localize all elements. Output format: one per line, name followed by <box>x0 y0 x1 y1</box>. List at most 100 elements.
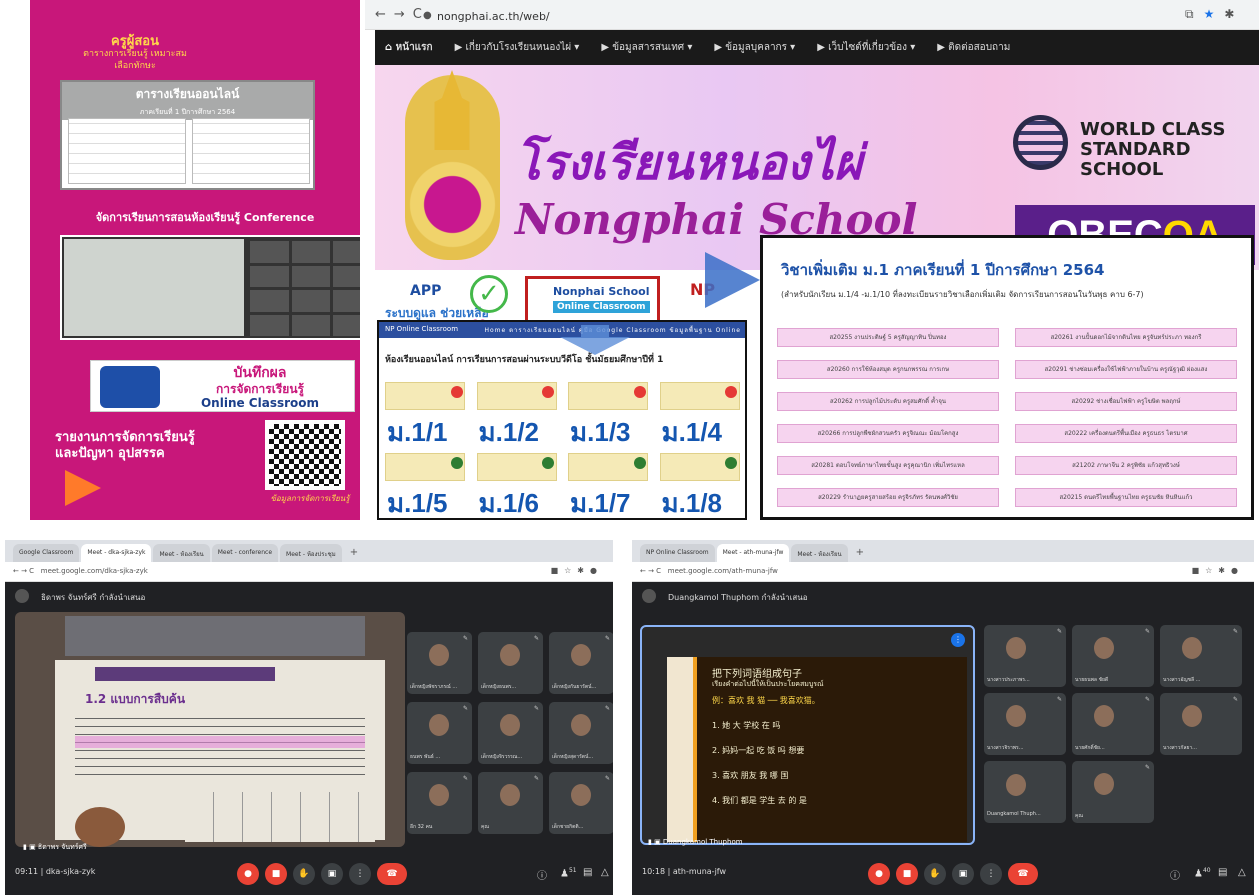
nav-buttons[interactable]: ←→C <box>375 7 430 22</box>
nav-home[interactable]: ⌂ หน้าแรก <box>385 40 433 55</box>
avatar <box>429 644 449 666</box>
chat-icon[interactable]: ▤ <box>583 867 592 878</box>
class-card[interactable]: ม.1/7 <box>568 453 650 518</box>
people-icon[interactable]: ♟51 <box>560 867 577 879</box>
subject-button[interactable]: ส20266 การปลูกพืชผักสวนครัว ครูจิณณะ ม้อ… <box>777 424 999 443</box>
subject-button[interactable]: ส20261 งานปั้นดอกไม้จากดินไทย ครูจันทร์ป… <box>1015 328 1237 347</box>
participant-tile[interactable]: ✎ เด็กหญิงจิรวรรณ... <box>478 702 543 764</box>
participant-tile[interactable]: ✎ คุณ <box>1072 761 1154 823</box>
class-card[interactable]: ม.1/4 <box>659 382 742 447</box>
subject-button[interactable]: ส20281 ตอบโจทย์ภาษาไทยขั้นสูง ครูคุณานิก… <box>777 456 999 475</box>
np-online-classroom-panel: NP Online Classroom Home ตารางเรียนออนไลน… <box>377 320 747 520</box>
subject-button[interactable]: ส20215 ดนตรีไทยพื้นฐานไทย ครูธนชัย หินหิ… <box>1015 488 1237 507</box>
elective-list-panel: วิชาเพิ่มเติม ม.1 ภาคเรียนที่ 1 ปีการศึก… <box>760 235 1254 520</box>
subject-button[interactable]: ส20229 รำนาฏยครูสายสร้อย ครูจิรภัทร รัตน… <box>777 488 999 507</box>
more-options-button[interactable]: ⋮ <box>349 863 371 885</box>
class-card[interactable]: ม.1/6 <box>476 453 559 518</box>
nav-links[interactable]: ▶ เว็บไซต์ที่เกี่ยวข้อง ▾ <box>817 40 915 55</box>
live-icon <box>633 386 646 398</box>
avatar <box>571 644 591 666</box>
address-bar[interactable]: ← → C meet.google.com/ath-muna-jfw ■☆✱● <box>632 562 1254 582</box>
browser-tab[interactable]: Google Classroom <box>13 544 80 562</box>
participant-tile[interactable]: ✎ เด็กหญิงธนพร... <box>478 632 543 694</box>
camera-off-button[interactable]: ■ <box>896 863 918 885</box>
subject-button[interactable]: ส20255 งานประดิษฐ์ 5 ครูสัญญาทิน ปิ่นทอง <box>777 328 999 347</box>
end-call-button[interactable]: ☎ <box>377 863 407 885</box>
info-icon[interactable]: ⓘ <box>537 867 547 882</box>
slide-decoration <box>667 657 697 842</box>
chat-icon[interactable]: ▤ <box>1218 867 1227 878</box>
activities-icon[interactable]: △ <box>601 867 609 878</box>
lock-icon: ● <box>423 10 432 21</box>
browser-tab[interactable]: Meet - ath-muna-jfw <box>716 544 790 562</box>
timetable-image <box>68 118 186 184</box>
class-label: ม.1/3 <box>570 417 631 447</box>
subject-button[interactable]: ส20262 การปลูกไม้ประดับ ครูสมศักดิ์ ค้ำจ… <box>777 392 999 411</box>
participant-tile[interactable]: ✎ นางสาวจิราพร... <box>984 693 1066 755</box>
raise-hand-button[interactable]: ✋ <box>924 863 946 885</box>
new-tab-icon[interactable]: + <box>344 547 364 562</box>
bookmark-star-icon: ★ <box>1203 7 1225 21</box>
conference-title: จัดการเรียนการสอนห้องเรียนรู้ Conference <box>95 211 315 224</box>
subject-button[interactable]: ส20291 ช่างซ่อมเครื่องใช้ไฟฟ้าภายในบ้าน … <box>1015 360 1237 379</box>
avatar <box>642 589 656 603</box>
class-card[interactable]: ม.1/2 <box>476 382 559 447</box>
participant-tile[interactable]: ✎ เด็กหญิงกันยารัตน์... <box>549 632 613 694</box>
np-heading: ห้องเรียนออนไลน์ การเรียนการสอนผ่านระบบว… <box>385 355 664 365</box>
nav-about[interactable]: ▶ เกี่ยวกับโรงเรียนหนองไผ่ ▾ <box>455 40 580 55</box>
participant-tile[interactable]: ✎ คุณ <box>478 772 543 834</box>
pin-icon[interactable]: ⋮ <box>951 633 965 647</box>
browser-tab[interactable]: Meet - dka-sjka-zyk <box>81 544 152 562</box>
self-view-tile[interactable]: Duangkamol Thuph... <box>984 762 1066 820</box>
present-button[interactable]: ▣ <box>952 863 974 885</box>
address-bar[interactable]: nongphai.ac.th/web/ <box>437 10 550 23</box>
browser-tab[interactable]: Meet - ห้องเรียน <box>153 544 210 562</box>
subject-button[interactable]: ส20260 การใช้ห้องสมุด ครูกนกพรรณ การเกษ <box>777 360 999 379</box>
class-card[interactable]: ม.1/3 <box>568 382 650 447</box>
info-icon[interactable]: ⓘ <box>1170 867 1180 882</box>
toolbar-icons[interactable]: ⧉★✱ <box>1185 7 1244 22</box>
class-card[interactable]: ม.1/1 <box>385 382 467 447</box>
avatar <box>571 714 591 736</box>
participant-tile[interactable]: ✎ ธนพร พันธ์ ... <box>407 702 472 764</box>
camera-off-button[interactable]: ■ <box>265 863 287 885</box>
participant-tile[interactable]: ✎ เด็กหญิงพัชราภรณ์ ... <box>407 632 472 694</box>
participant-tile[interactable]: ✎ นางสาวอัญชลี ... <box>1160 625 1242 687</box>
mic-off-button[interactable]: ● <box>868 863 890 885</box>
online-classroom-button[interactable]: Nonphai School Online Classroom <box>525 276 660 326</box>
browser-tab[interactable]: NP Online Classroom <box>640 544 715 562</box>
participant-tile[interactable]: ✎ นางสาวกัลยา... <box>1160 693 1242 755</box>
participant-tile[interactable]: ✎ นายศักดิ์ชัย... <box>1072 693 1154 755</box>
class-card[interactable]: ม.1/5 <box>385 453 467 518</box>
browser-tab[interactable]: Meet - conference <box>211 544 279 562</box>
raise-hand-button[interactable]: ✋ <box>293 863 315 885</box>
more-options-button[interactable]: ⋮ <box>980 863 1002 885</box>
browser-tab[interactable]: Meet - ห้องประชุม <box>280 544 342 562</box>
class-card[interactable]: ม.1/8 <box>659 453 742 518</box>
present-button[interactable]: ▣ <box>321 863 343 885</box>
mic-off-icon: ✎ <box>462 635 468 642</box>
participant-tile[interactable]: ✎ นายธนพล ชัยดี <box>1072 625 1154 687</box>
address-bar[interactable]: ← → C meet.google.com/dka-sjka-zyk ■☆✱● <box>5 562 613 582</box>
subject-button[interactable]: ส20222 เครื่องดนตรีพื้นเมือง ครูธนธร ไตร… <box>1015 424 1237 443</box>
new-tab-icon[interactable]: + <box>850 547 870 562</box>
tab-strip: NP Online Classroom Meet - ath-muna-jfw Me… <box>632 540 1254 562</box>
participant-tile[interactable]: ✎ เด็กชายกิตติ... <box>549 772 613 834</box>
nav-info[interactable]: ▶ ข้อมูลสารสนเทศ ▾ <box>601 40 692 55</box>
qr-code-icon <box>265 420 345 490</box>
end-call-button[interactable]: ☎ <box>1008 863 1038 885</box>
participant-tile[interactable]: ✎ เด็กหญิงสุดารัตน์... <box>549 702 613 764</box>
nav-contact[interactable]: ▶ ติดต่อสอบถาม <box>937 40 1010 55</box>
school-website-window: ←→C ● nongphai.ac.th/web/ ⧉★✱ ⌂ หน้าแรก … <box>365 0 1259 522</box>
subject-button[interactable]: ส21202 ภาษาจีน 2 ครูพิชัย แก้วสุทธิวงษ์ <box>1015 456 1237 475</box>
nav-staff[interactable]: ▶ ข้อมูลบุคลากร ▾ <box>714 40 795 55</box>
mic-off-button[interactable]: ● <box>237 863 259 885</box>
participant-tile[interactable]: ✎ นางสาวประภาพร... <box>984 625 1066 687</box>
participant-tile[interactable]: ✎ อีก 32 คน <box>407 772 472 834</box>
conference-screenshot <box>60 235 360 340</box>
activities-icon[interactable]: △ <box>1238 867 1246 878</box>
people-icon[interactable]: ♟40 <box>1194 867 1211 879</box>
subject-button[interactable]: ส20292 ช่างเชื่อมไฟฟ้า ครูโฆษิต พลฤกษ์ <box>1015 392 1237 411</box>
participant-name: นายศักดิ์ชัย... <box>1075 745 1105 751</box>
browser-tab[interactable]: Meet - ห้องเรียน <box>791 544 848 562</box>
